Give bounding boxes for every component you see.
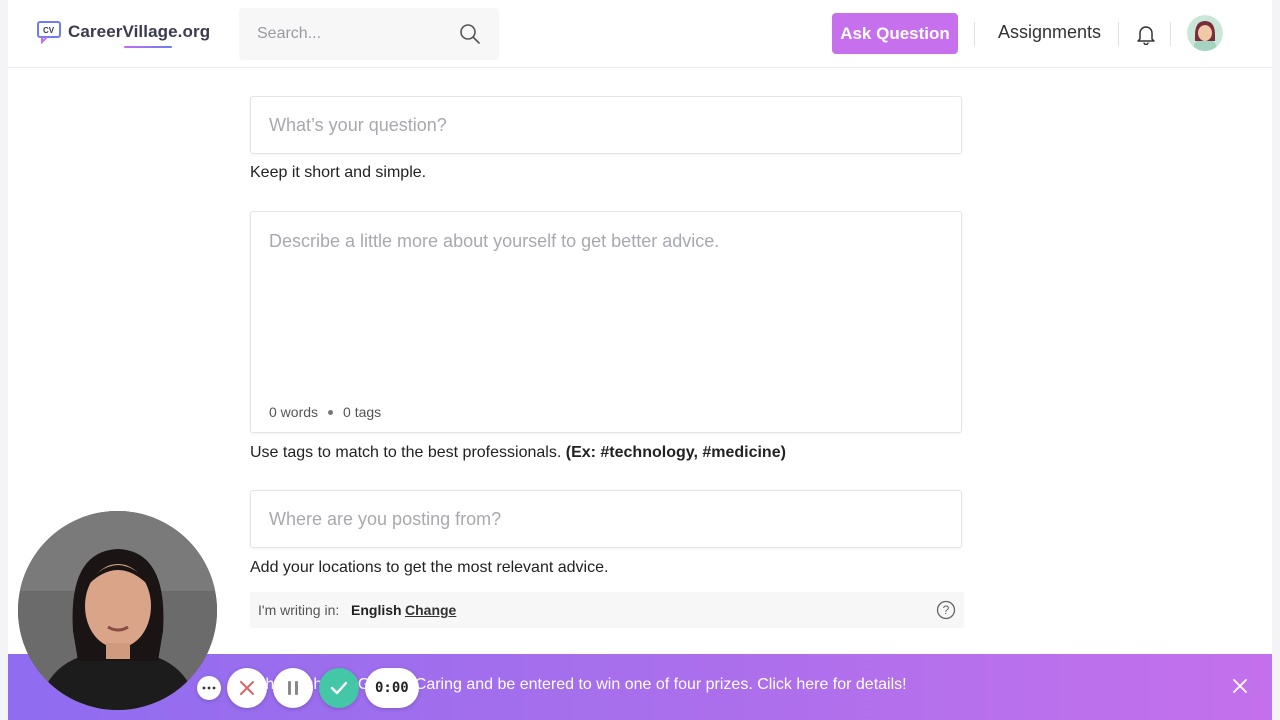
- svg-text:CV: CV: [43, 26, 55, 35]
- language-value: English: [351, 602, 402, 618]
- svg-text:?: ?: [943, 603, 950, 617]
- top-navbar: CV CareerVillage.org Ask Question Assign…: [8, 0, 1272, 68]
- right-frame-edge: [1272, 0, 1280, 720]
- word-tag-counter: 0 words 0 tags: [269, 404, 381, 420]
- divider: [1118, 22, 1119, 46]
- change-language-link[interactable]: Change: [405, 602, 456, 618]
- tag-count: 0 tags: [343, 404, 382, 420]
- separator-dot: [328, 409, 334, 415]
- tags-help-label: Use tags to match to the best profession…: [250, 444, 562, 461]
- checkmark-icon: [330, 681, 348, 695]
- language-label: I'm writing in:: [258, 602, 340, 618]
- webcam-preview: [18, 511, 217, 710]
- language-bar: I'm writing in: English Change ?: [250, 592, 964, 628]
- search-input[interactable]: [239, 25, 449, 43]
- question-input[interactable]: [251, 97, 961, 153]
- word-count: 0 words: [269, 404, 319, 420]
- location-field: [250, 490, 962, 548]
- location-help-text: Add your locations to get the most relev…: [250, 559, 609, 576]
- ask-question-button[interactable]: Ask Question: [832, 13, 958, 54]
- description-textarea[interactable]: [251, 212, 961, 387]
- question-help-text: Keep it short and simple.: [250, 164, 427, 181]
- pause-icon: [288, 681, 298, 695]
- search-box: [239, 8, 499, 60]
- tags-example: (Ex: #technology, #medicine): [565, 444, 786, 461]
- close-icon: [240, 681, 254, 695]
- finish-recording-button[interactable]: [319, 668, 359, 708]
- avatar-illustration-icon: [1187, 15, 1223, 51]
- question-mark-icon[interactable]: ?: [936, 600, 956, 620]
- divider: [1170, 22, 1171, 46]
- logo-text: CareerVillage.org: [68, 22, 211, 41]
- question-field: [250, 96, 962, 154]
- discard-recording-button[interactable]: [227, 668, 267, 708]
- pause-recording-button[interactable]: [273, 668, 313, 708]
- assignments-link[interactable]: Assignments: [998, 22, 1101, 43]
- more-options-button[interactable]: [197, 676, 221, 700]
- logo-underline: [124, 46, 172, 48]
- recorder-controls: 0:00: [197, 668, 419, 708]
- location-input[interactable]: [251, 491, 961, 547]
- notification-bell-icon[interactable]: [1135, 23, 1157, 45]
- tags-help-text: Use tags to match to the best profession…: [250, 444, 786, 462]
- divider: [974, 22, 975, 46]
- logo[interactable]: CV CareerVillage.org: [36, 20, 211, 48]
- left-frame-edge: [0, 0, 8, 720]
- user-avatar[interactable]: [1187, 15, 1223, 51]
- webcam-person-image: [18, 511, 217, 710]
- description-field: 0 words 0 tags: [250, 211, 962, 433]
- logo-icon: CV: [37, 21, 61, 44]
- close-icon[interactable]: [1230, 676, 1250, 696]
- search-icon[interactable]: [459, 23, 481, 45]
- more-dots-icon: [202, 686, 216, 690]
- recording-timer: 0:00: [365, 668, 419, 708]
